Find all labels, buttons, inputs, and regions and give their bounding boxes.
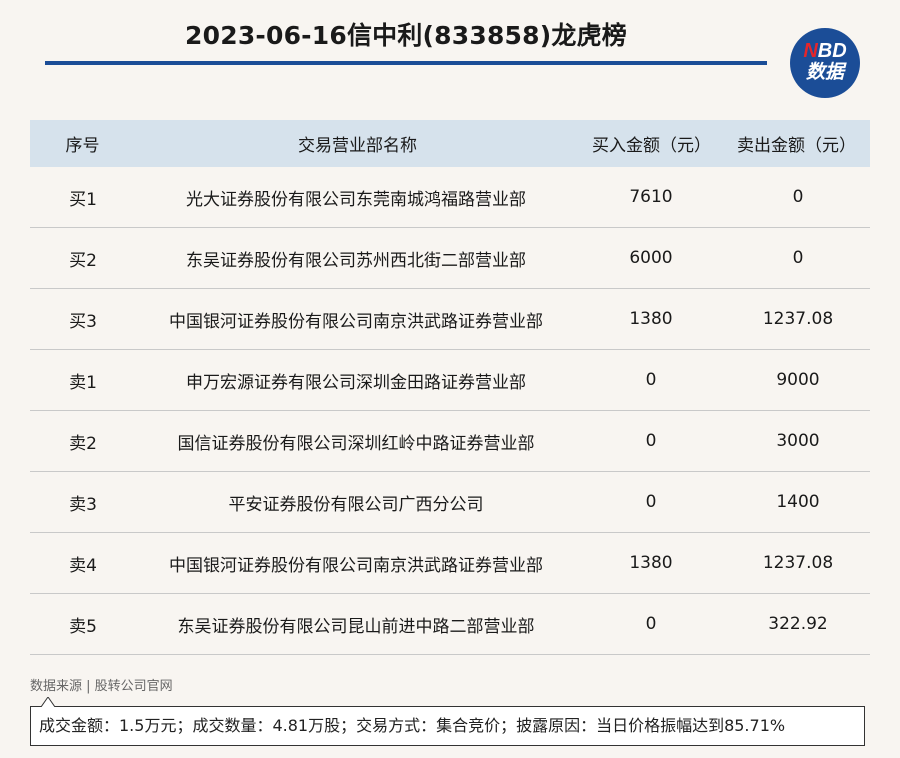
table-row: 卖4 中国银河证券股份有限公司南京洪武路证券营业部 1380 1237.08 bbox=[30, 533, 870, 594]
table-row: 买1 光大证券股份有限公司东莞南城鸿福路营业部 7610 0 bbox=[30, 167, 870, 228]
cell-branch-name: 中国银河证券股份有限公司南京洪武路证券营业部 bbox=[169, 311, 543, 332]
logo-wordmark: NBD bbox=[790, 40, 860, 62]
cell-rank: 卖5 bbox=[69, 616, 97, 637]
table-header: 序号 交易营业部名称 买入金额（元） 卖出金额（元） bbox=[30, 120, 870, 167]
cell-branch-name: 东吴证券股份有限公司昆山前进中路二部营业部 bbox=[177, 616, 535, 637]
cell-sell-amount: 0 bbox=[792, 187, 804, 207]
cell-rank: 卖1 bbox=[69, 372, 97, 393]
trade-summary-note: 成交金额：1.5万元；成交数量：4.81万股；交易方式：集合竞价；披露原因：当日… bbox=[30, 706, 865, 746]
cell-rank: 买1 bbox=[69, 189, 97, 210]
logo-letter-n: N bbox=[803, 40, 818, 62]
logo-letters-bd: BD bbox=[817, 40, 847, 62]
cell-sell-amount: 1400 bbox=[776, 492, 820, 512]
table-row: 卖5 东吴证券股份有限公司昆山前进中路二部营业部 0 322.92 bbox=[30, 594, 870, 655]
header-buy-amount: 买入金额（元） bbox=[592, 136, 711, 156]
table-row: 买2 东吴证券股份有限公司苏州西北街二部营业部 6000 0 bbox=[30, 228, 870, 289]
cell-rank: 卖2 bbox=[69, 433, 97, 454]
cell-buy-amount: 0 bbox=[645, 614, 657, 634]
cell-sell-amount: 0 bbox=[792, 248, 804, 268]
cell-sell-amount: 1237.08 bbox=[762, 309, 834, 329]
table-row: 卖2 国信证券股份有限公司深圳红岭中路证券营业部 0 3000 bbox=[30, 411, 870, 472]
cell-branch-name: 光大证券股份有限公司东莞南城鸿福路营业部 bbox=[186, 189, 526, 210]
cell-buy-amount: 0 bbox=[645, 431, 657, 451]
cell-branch-name: 国信证券股份有限公司深圳红岭中路证券营业部 bbox=[177, 433, 535, 454]
cell-branch-name: 平安证券股份有限公司广西分公司 bbox=[228, 494, 484, 515]
cell-buy-amount: 7610 bbox=[629, 187, 673, 207]
cell-buy-amount: 0 bbox=[645, 492, 657, 512]
table-row: 卖1 申万宏源证券有限公司深圳金田路证券营业部 0 9000 bbox=[30, 350, 870, 411]
cell-rank: 卖3 bbox=[69, 494, 97, 515]
cell-sell-amount: 3000 bbox=[776, 431, 820, 451]
cell-rank: 卖4 bbox=[69, 555, 97, 576]
logo-subtitle: 数据 bbox=[805, 61, 844, 83]
cell-sell-amount: 322.92 bbox=[768, 614, 828, 634]
nbd-logo: NBD 数据 bbox=[790, 28, 860, 98]
title-underline bbox=[45, 61, 767, 65]
cell-buy-amount: 1380 bbox=[629, 309, 673, 329]
cell-branch-name: 东吴证券股份有限公司苏州西北街二部营业部 bbox=[186, 250, 526, 271]
cell-buy-amount: 0 bbox=[645, 370, 657, 390]
header-rank: 序号 bbox=[65, 136, 100, 156]
header-sell-amount: 卖出金额（元） bbox=[737, 136, 856, 156]
cell-branch-name: 申万宏源证券有限公司深圳金田路证券营业部 bbox=[186, 372, 526, 393]
dragon-tiger-table: 序号 交易营业部名称 买入金额（元） 卖出金额（元） 买1 光大证券股份有限公司… bbox=[30, 120, 870, 655]
cell-buy-amount: 6000 bbox=[629, 248, 673, 268]
cell-buy-amount: 1380 bbox=[629, 553, 673, 573]
table-row: 买3 中国银河证券股份有限公司南京洪武路证券营业部 1380 1237.08 bbox=[30, 289, 870, 350]
cell-sell-amount: 9000 bbox=[776, 370, 820, 390]
data-source: 数据来源 | 股转公司官网 bbox=[30, 679, 173, 694]
header-branch-name: 交易营业部名称 bbox=[298, 136, 417, 156]
page-title: 2023-06-16信中利(833858)龙虎榜 bbox=[185, 21, 627, 50]
cell-sell-amount: 1237.08 bbox=[762, 553, 834, 573]
cell-rank: 买3 bbox=[69, 311, 97, 332]
table-row: 卖3 平安证券股份有限公司广西分公司 0 1400 bbox=[30, 472, 870, 533]
cell-rank: 买2 bbox=[69, 250, 97, 271]
cell-branch-name: 中国银河证券股份有限公司南京洪武路证券营业部 bbox=[169, 555, 543, 576]
